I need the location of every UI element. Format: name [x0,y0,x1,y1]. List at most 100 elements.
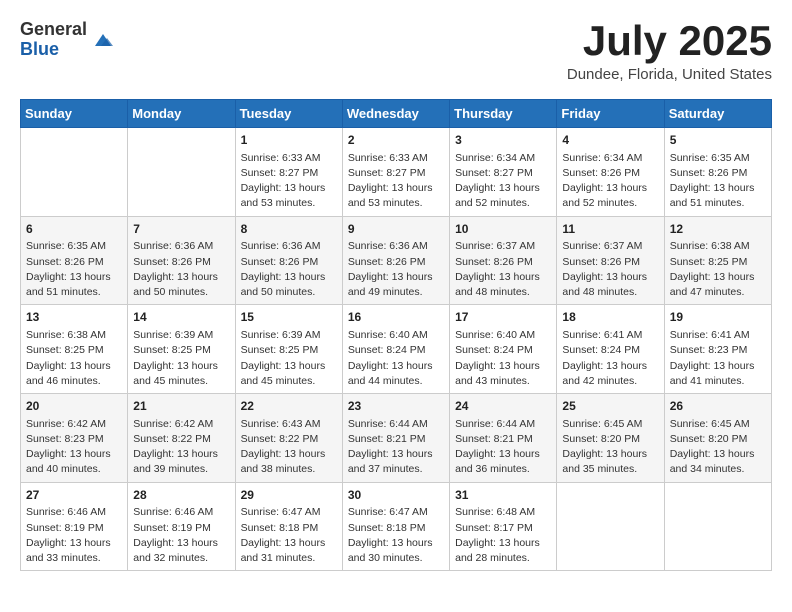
cell-content: Sunrise: 6:35 AMSunset: 8:26 PMDaylight:… [26,239,122,300]
day-number: 22 [241,398,337,415]
calendar-header-row: SundayMondayTuesdayWednesdayThursdayFrid… [21,100,772,128]
day-number: 2 [348,132,444,149]
day-number: 9 [348,221,444,238]
calendar-cell: 14Sunrise: 6:39 AMSunset: 8:25 PMDayligh… [128,305,235,394]
calendar-cell: 26 Sunrise: 6:45 AMSunset: 8:20 PMDayligh… [664,394,771,483]
day-number: 5 [670,132,766,149]
calendar-cell: 9Sunrise: 6:36 AMSunset: 8:26 PMDaylight… [342,216,449,305]
day-number: 28 [133,487,229,504]
weekday-header: Thursday [450,100,557,128]
day-number: 26 [670,398,766,415]
day-number: 8 [241,221,337,238]
calendar-cell: 24 Sunrise: 6:44 AMSunset: 8:21 PMDayligh… [450,394,557,483]
day-number: 11 [562,221,658,238]
calendar-cell: 8Sunrise: 6:36 AMSunset: 8:26 PMDaylight… [235,216,342,305]
day-number: 12 [670,221,766,238]
calendar-cell: 7Sunrise: 6:36 AMSunset: 8:26 PMDaylight… [128,216,235,305]
day-number: 31 [455,487,551,504]
cell-content: Sunrise: 6:36 AMSunset: 8:26 PMDaylight:… [348,239,444,300]
cell-content: Sunrise: 6:44 AMSunset: 8:21 PMDaylight:… [348,417,444,478]
day-number: 30 [348,487,444,504]
cell-content: Sunrise: 6:40 AMSunset: 8:24 PMDaylight:… [348,328,444,389]
cell-content: Sunrise: 6:39 AMSunset: 8:25 PMDaylight:… [133,328,229,389]
calendar-cell: 16 Sunrise: 6:40 AMSunset: 8:24 PMDayligh… [342,305,449,394]
cell-content: Sunrise: 6:40 AMSunset: 8:24 PMDaylight:… [455,328,551,389]
calendar-cell: 21Sunrise: 6:42 AMSunset: 8:22 PMDayligh… [128,394,235,483]
weekday-header: Wednesday [342,100,449,128]
calendar-cell: 1 Sunrise: 6:33 AMSunset: 8:27 PMDaylight… [235,128,342,217]
month-title: July 2025 [567,20,772,62]
cell-content: Sunrise: 6:35 AMSunset: 8:26 PMDaylight:… [670,151,766,212]
day-number: 16 [348,309,444,326]
calendar-cell [664,482,771,571]
day-number: 18 [562,309,658,326]
logo-blue: Blue [20,39,59,59]
calendar-cell: 12Sunrise: 6:38 AMSunset: 8:25 PMDayligh… [664,216,771,305]
calendar-week-row: 6Sunrise: 6:35 AMSunset: 8:26 PMDaylight… [21,216,772,305]
cell-content: Sunrise: 6:38 AMSunset: 8:25 PMDaylight:… [26,328,122,389]
cell-content: Sunrise: 6:37 AMSunset: 8:26 PMDaylight:… [562,239,658,300]
cell-content: Sunrise: 6:34 AMSunset: 8:27 PMDaylight:… [455,151,551,212]
calendar-cell: 3 Sunrise: 6:34 AMSunset: 8:27 PMDaylight… [450,128,557,217]
day-number: 3 [455,132,551,149]
weekday-header: Tuesday [235,100,342,128]
cell-content: Sunrise: 6:46 AMSunset: 8:19 PMDaylight:… [133,505,229,566]
calendar-cell [21,128,128,217]
cell-content: Sunrise: 6:34 AMSunset: 8:26 PMDaylight:… [562,151,658,212]
day-number: 17 [455,309,551,326]
weekday-header: Saturday [664,100,771,128]
title-block: July 2025 Dundee, Florida, United States [567,20,772,83]
calendar-week-row: 1 Sunrise: 6:33 AMSunset: 8:27 PMDaylight… [21,128,772,217]
day-number: 10 [455,221,551,238]
day-number: 27 [26,487,122,504]
calendar-cell: 19 Sunrise: 6:41 AMSunset: 8:23 PMDayligh… [664,305,771,394]
logo-general: General [20,19,87,39]
weekday-header: Sunday [21,100,128,128]
cell-content: Sunrise: 6:39 AMSunset: 8:25 PMDaylight:… [241,328,337,389]
calendar-cell: 18 Sunrise: 6:41 AMSunset: 8:24 PMDayligh… [557,305,664,394]
cell-content: Sunrise: 6:47 AMSunset: 8:18 PMDaylight:… [348,505,444,566]
logo-text: General Blue [20,20,87,60]
calendar-cell: 22 Sunrise: 6:43 AMSunset: 8:22 PMDayligh… [235,394,342,483]
day-number: 23 [348,398,444,415]
calendar-cell: 25Sunrise: 6:45 AMSunset: 8:20 PMDayligh… [557,394,664,483]
cell-content: Sunrise: 6:44 AMSunset: 8:21 PMDaylight:… [455,417,551,478]
calendar-cell: 5 Sunrise: 6:35 AMSunset: 8:26 PMDaylight… [664,128,771,217]
logo-icon [91,28,115,52]
cell-content: Sunrise: 6:42 AMSunset: 8:23 PMDaylight:… [26,417,122,478]
cell-content: Sunrise: 6:36 AMSunset: 8:26 PMDaylight:… [241,239,337,300]
cell-content: Sunrise: 6:33 AMSunset: 8:27 PMDaylight:… [348,151,444,212]
calendar-week-row: 20 Sunrise: 6:42 AMSunset: 8:23 PMDayligh… [21,394,772,483]
calendar-week-row: 13Sunrise: 6:38 AMSunset: 8:25 PMDayligh… [21,305,772,394]
day-number: 19 [670,309,766,326]
cell-content: Sunrise: 6:41 AMSunset: 8:23 PMDaylight:… [670,328,766,389]
cell-content: Sunrise: 6:41 AMSunset: 8:24 PMDaylight:… [562,328,658,389]
calendar-cell: 13Sunrise: 6:38 AMSunset: 8:25 PMDayligh… [21,305,128,394]
cell-content: Sunrise: 6:47 AMSunset: 8:18 PMDaylight:… [241,505,337,566]
cell-content: Sunrise: 6:43 AMSunset: 8:22 PMDaylight:… [241,417,337,478]
logo: General Blue [20,20,115,60]
day-number: 15 [241,309,337,326]
day-number: 1 [241,132,337,149]
weekday-header: Monday [128,100,235,128]
calendar-cell: 31Sunrise: 6:48 AMSunset: 8:17 PMDayligh… [450,482,557,571]
page-header: General Blue July 2025 Dundee, Florida, … [20,20,772,83]
calendar-cell: 29Sunrise: 6:47 AMSunset: 8:18 PMDayligh… [235,482,342,571]
cell-content: Sunrise: 6:38 AMSunset: 8:25 PMDaylight:… [670,239,766,300]
calendar-cell: 30Sunrise: 6:47 AMSunset: 8:18 PMDayligh… [342,482,449,571]
calendar-cell: 2 Sunrise: 6:33 AMSunset: 8:27 PMDaylight… [342,128,449,217]
day-number: 20 [26,398,122,415]
day-number: 24 [455,398,551,415]
cell-content: Sunrise: 6:45 AMSunset: 8:20 PMDaylight:… [670,417,766,478]
day-number: 7 [133,221,229,238]
day-number: 4 [562,132,658,149]
calendar-week-row: 27 Sunrise: 6:46 AMSunset: 8:19 PMDayligh… [21,482,772,571]
calendar-cell [128,128,235,217]
calendar-cell: 6Sunrise: 6:35 AMSunset: 8:26 PMDaylight… [21,216,128,305]
cell-content: Sunrise: 6:42 AMSunset: 8:22 PMDaylight:… [133,417,229,478]
cell-content: Sunrise: 6:48 AMSunset: 8:17 PMDaylight:… [455,505,551,566]
calendar-table: SundayMondayTuesdayWednesdayThursdayFrid… [20,99,772,571]
day-number: 25 [562,398,658,415]
cell-content: Sunrise: 6:33 AMSunset: 8:27 PMDaylight:… [241,151,337,212]
calendar-cell: 28Sunrise: 6:46 AMSunset: 8:19 PMDayligh… [128,482,235,571]
